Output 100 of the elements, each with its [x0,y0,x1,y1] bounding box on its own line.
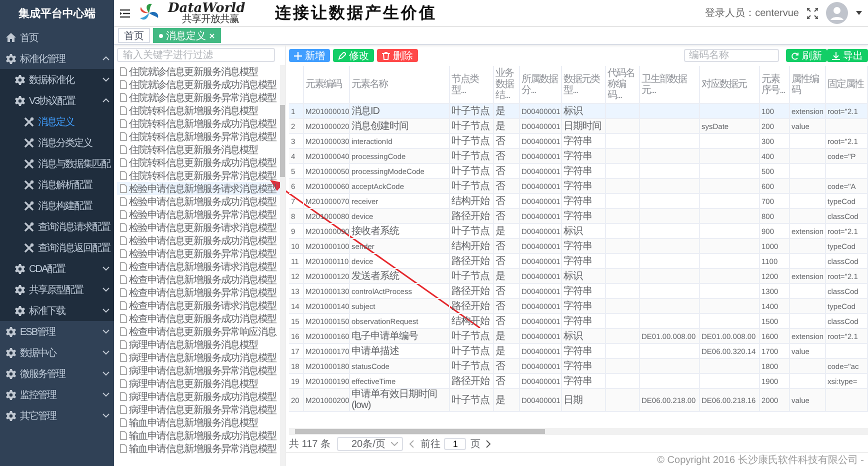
column-header[interactable]: 数据元类型... [561,66,605,104]
column-header[interactable]: 所属数据分... [519,66,561,104]
scrollbar[interactable] [280,65,285,466]
tree-item[interactable]: 住院转科信息新增服务成功消息模型 [117,117,280,130]
tree-item[interactable]: 病理申请信息更新服务消息模型 [117,377,280,390]
tree-item[interactable]: 检验申请信息更新服务异常消息模型 [117,247,280,260]
tree-item[interactable]: 病理申请信息新增服务成功消息模型 [117,351,280,364]
sidebar-item[interactable]: 消息解析配置 [0,174,114,195]
tree-item[interactable]: 病理申请信息新增服务异常消息模型 [117,364,280,377]
sidebar-item[interactable]: 消息构建配置 [0,195,114,216]
trash-icon [382,52,390,60]
filter-field[interactable]: 输入关键字进行过滤 [117,48,275,62]
app-title: 集成平台中心端 [18,6,96,22]
home-icon [6,33,16,42]
sidebar-item[interactable]: 其它管理 [0,405,114,426]
gear-icon [6,54,16,64]
sidebar-item[interactable]: 消息定义 [0,111,114,132]
tree-item[interactable]: 病理申请信息更新服务成功消息模型 [117,390,280,403]
gear-icon [15,96,25,106]
table-cell: 路径开始 [449,298,493,314]
sidebar-item[interactable]: 查询消息请求配置 [0,216,114,237]
logo-text: DataWorld [168,2,246,14]
tree-item[interactable]: 输血申请信息新增服务成功消息模型 [117,429,280,442]
sidebar-item[interactable]: CDA配置 [0,258,114,279]
logo-tagline: 共享开放共赢 [182,14,240,24]
gear-icon [6,326,16,336]
column-header[interactable]: 元素序号... [759,66,789,104]
gear-icon [15,306,25,316]
column-header[interactable]: 元素名称 [349,66,449,104]
sidebar-item[interactable]: 消息与数据集匹配 [0,153,114,174]
tree-item[interactable]: 检验申请信息新增服务请求消息模型 [117,182,280,195]
tab[interactable]: 首页 [118,28,150,43]
avatar-icon[interactable] [826,2,848,24]
tree-item[interactable]: 住院转科信息更新服务消息模型 [117,143,280,156]
table-cell: 否 [493,208,519,224]
total-count: 共 117 条 [289,438,330,450]
column-header[interactable]: 对应数据元 [699,66,759,104]
column-header[interactable]: 元素编码 [303,66,349,104]
sidebar-item[interactable]: 微服务管理 [0,363,114,384]
sidebar-item[interactable]: 标准化管理 [0,48,114,69]
table-cell: 结构开始 [449,314,493,328]
tree-item[interactable]: 住院转科信息新增服务异常消息模型 [117,130,280,143]
column-header[interactable]: 属性编码 [789,66,825,104]
table-cell: 消息ID [349,104,449,118]
tree-item[interactable]: 输血申请信息新增服务消息模型 [117,416,280,429]
page-field[interactable]: 1 [444,438,466,450]
column-header[interactable]: 卫生部数据元... [639,66,699,104]
column-header[interactable]: 代码名称编码... [605,66,639,104]
fullscreen-icon[interactable] [807,8,818,18]
table-cell: 叶子节点 [449,118,493,134]
sidebar-item[interactable]: 首页 [0,27,114,48]
tree-item[interactable]: 检验申请信息更新服务成功消息模型 [117,234,280,247]
pencil-icon [338,52,346,60]
tree-item[interactable]: 检查申请信息新增服务成功消息模型 [117,273,280,286]
column-header[interactable]: 节点类型... [449,66,493,104]
column-header[interactable]: 固定属性 [825,66,868,104]
tree-item[interactable]: 病理申请信息新增服务消息模型 [117,338,280,351]
tree-item[interactable]: 检查申请信息更新服务成功消息模型 [117,312,280,325]
tree-item[interactable]: 住院转科信息新增服务消息模型 [117,104,280,117]
scrollbar[interactable] [289,428,868,435]
sidebar-item[interactable]: 数据标准化 [0,69,114,90]
tree-item[interactable]: 住院就诊信息更新服务异常消息模型 [117,91,280,104]
tree-item[interactable]: 住院就诊信息更新服务消息模型 [117,65,280,78]
column-header[interactable]: 业务数据结... [493,66,519,104]
sidebar-item[interactable]: 共享原型配置 [0,279,114,300]
sidebar-item[interactable]: 监控管理 [0,384,114,405]
sidebar-item[interactable]: 标准下载 [0,300,114,321]
tree-item[interactable]: 住院转科信息更新服务异常消息模型 [117,169,280,182]
page-size-select[interactable]: 20条/页 [336,436,404,450]
tree-item[interactable]: 检查申请信息更新服务请求消息模型 [117,299,280,312]
previous-page-icon[interactable] [409,440,414,448]
sidebar-item[interactable]: 数据中心 [0,342,114,363]
tree-item[interactable]: 检查申请信息新增服务异常消息模型 [117,286,280,299]
table-cell: 字符串 [561,134,605,148]
sidebar-item[interactable]: V3协议配置 [0,90,114,111]
table-cell: 字符串 [561,284,605,298]
table-cell: 字符串 [561,178,605,194]
slogan: 连接让数据产生价值 [275,2,438,24]
search-field[interactable]: 编码名称 [684,49,779,62]
tree-item[interactable]: 检查申请信息更新服务异常响应消息 [117,325,280,338]
tree-item[interactable]: 输血申请信息新增服务异常消息模型 [117,442,280,455]
table-cell: 否 [493,178,519,194]
sidebar-item[interactable]: 消息分类定义 [0,132,114,153]
menu-icon[interactable] [120,8,130,18]
sidebar-item[interactable]: ESB管理 [0,321,114,342]
table-cell: 日期时间 [561,118,605,134]
caret-icon[interactable] [856,11,862,15]
close-icon[interactable] [209,32,215,38]
tree-item[interactable]: 住院转科信息更新服务成功消息模型 [117,156,280,169]
table-cell: 标识 [561,268,605,284]
tree-item[interactable]: 检验申请信息新增服务异常消息模型 [117,208,280,221]
delete-button[interactable]: 删除 [377,49,418,62]
tree-item[interactable]: 住院就诊信息更新服务成功消息模型 [117,78,280,91]
next-page-icon[interactable] [486,440,492,448]
table-cell: 字符串 [561,314,605,328]
tree-item[interactable]: 检验申请信息更新服务请求消息模型 [117,221,280,234]
tree-item[interactable]: 检验申请信息新增服务成功消息模型 [117,195,280,208]
tree-item[interactable]: 病理申请信息更新服务异常消息模型 [117,403,280,416]
sidebar-item[interactable]: 查询消息返回配置 [0,237,114,258]
tree-item[interactable]: 检查申请信息新增服务请求消息模型 [117,260,280,273]
